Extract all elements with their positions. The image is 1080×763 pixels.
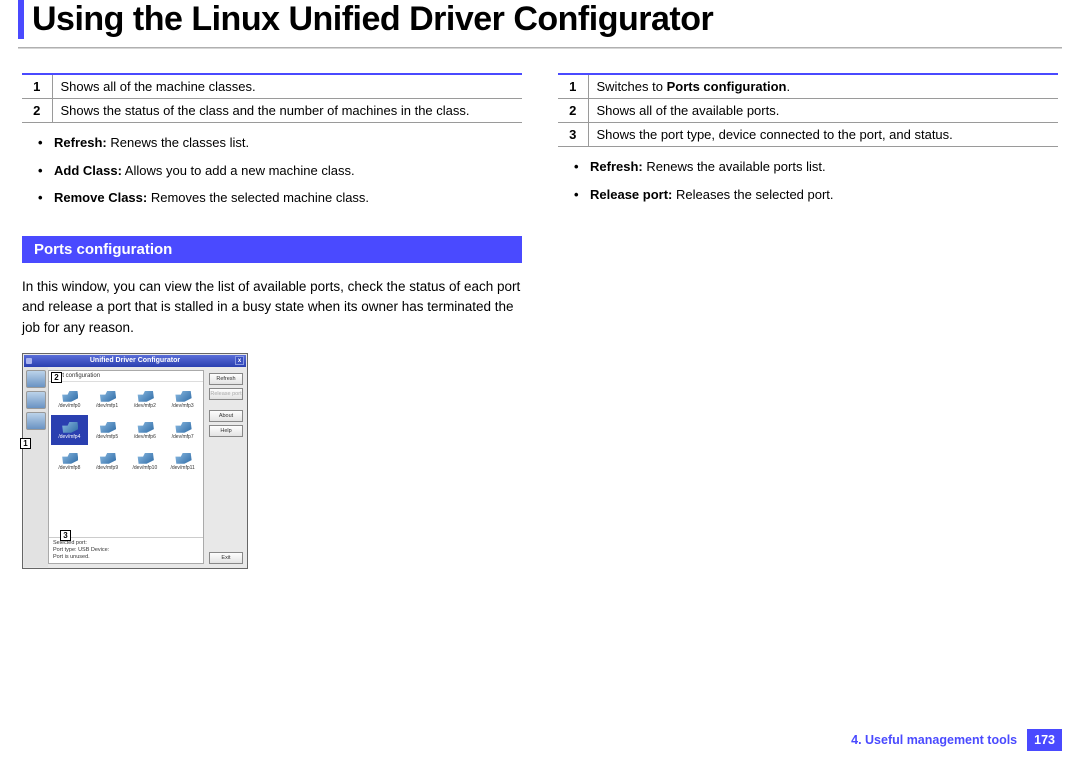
row-text: Shows all of the available ports. [588,99,1058,123]
port-label: /dev/mfp0 [58,403,80,409]
printer-icon [136,421,154,433]
release-port-button: Release port [209,388,243,400]
about-button: About [209,410,243,422]
ports-bullets: Refresh: Renews the available ports list… [558,157,1058,204]
printer-icon [136,390,154,402]
port-item: /dev/mfp2 [127,384,164,414]
list-item: Add Class: Allows you to add a new machi… [38,161,522,181]
refresh-button: Refresh [209,373,243,385]
exit-button: Exit [209,552,243,564]
close-icon: x [235,356,244,365]
page-number: 173 [1027,729,1062,751]
chapter-label: 4. Useful management tools [851,733,1017,747]
selected-port-info: Selected port: Port type: USB Device: Po… [49,537,203,563]
window-menu-icon [26,358,32,364]
printer-mode-icon [26,370,46,388]
port-label: /dev/mfp9 [96,465,118,471]
port-label: /dev/mfp8 [58,465,80,471]
printer-icon [60,452,78,464]
section-heading-ports: Ports configuration [22,236,522,263]
printer-icon [174,421,192,433]
printer-icon [174,390,192,402]
callout-1: 1 [20,438,31,449]
port-item: /dev/mfp7 [164,415,201,445]
printer-icon [98,452,116,464]
port-grid: /dev/mfp0/dev/mfp1/dev/mfp2/dev/mfp3/dev… [49,382,203,537]
ports-config-screenshot: Unified Driver Configurator x Port confi… [22,353,248,569]
port-item: /dev/mfp5 [89,415,126,445]
printer-icon [174,452,192,464]
port-item: /dev/mfp3 [164,384,201,414]
port-mode-icon [26,412,46,430]
port-label: /dev/mfp2 [134,403,156,409]
row-text: Shows all of the machine classes. [52,74,522,99]
row-num: 2 [558,99,588,123]
page-footer: 4. Useful management tools 173 [851,729,1062,751]
classes-bullets: Refresh: Renews the classes list. Add Cl… [22,133,522,208]
row-num: 1 [558,74,588,99]
port-label: /dev/mfp4 [58,434,80,440]
port-item: /dev/mfp1 [89,384,126,414]
page-title: Using the Linux Unified Driver Configura… [32,0,1062,39]
printer-icon [98,421,116,433]
row-num: 1 [22,74,52,99]
help-button: Help [209,425,243,437]
port-label: /dev/mfp11 [170,465,194,471]
port-item: /dev/mfp10 [127,446,164,476]
table-row: 3 Shows the port type, device connected … [558,123,1058,147]
port-label: /dev/mfp10 [133,465,158,471]
row-text: Switches to Ports configuration. [588,74,1058,99]
row-text: Shows the status of the class and the nu… [52,99,522,123]
port-item: /dev/mfp9 [89,446,126,476]
list-item: Release port: Releases the selected port… [574,185,1058,205]
list-item: Refresh: Renews the available ports list… [574,157,1058,177]
mode-sidebar [24,367,48,567]
port-label: /dev/mfp1 [96,403,118,409]
divider [18,47,1062,49]
table-row: 1 Switches to Ports configuration. [558,74,1058,99]
row-num: 2 [22,99,52,123]
table-row: 1 Shows all of the machine classes. [22,74,522,99]
printer-icon [60,390,78,402]
ports-table: 1 Switches to Ports configuration. 2 Sho… [558,73,1058,147]
list-item: Remove Class: Removes the selected machi… [38,188,522,208]
window-titlebar: Unified Driver Configurator x [24,355,246,367]
port-label: /dev/mfp5 [96,434,118,440]
port-label: /dev/mfp7 [172,434,194,440]
printer-icon [98,390,116,402]
callout-2: 2 [51,372,62,383]
panel-header: Port configuration [49,371,203,382]
window-title: Unified Driver Configurator [90,357,180,364]
ports-panel: Port configuration /dev/mfp0/dev/mfp1/de… [48,370,204,564]
ports-description: In this window, you can view the list of… [22,277,522,340]
port-item: /dev/mfp0 [51,384,88,414]
printer-icon [136,452,154,464]
port-item: /dev/mfp6 [127,415,164,445]
row-text: Shows the port type, device connected to… [588,123,1058,147]
port-item: /dev/mfp11 [164,446,201,476]
printer-icon [60,421,78,433]
row-num: 3 [558,123,588,147]
list-item: Refresh: Renews the classes list. [38,133,522,153]
port-item: /dev/mfp4 [51,415,88,445]
table-row: 2 Shows all of the available ports. [558,99,1058,123]
port-item: /dev/mfp8 [51,446,88,476]
class-mode-icon [26,391,46,409]
callout-3: 3 [60,530,71,541]
classes-table: 1 Shows all of the machine classes. 2 Sh… [22,73,522,123]
port-label: /dev/mfp6 [134,434,156,440]
table-row: 2 Shows the status of the class and the … [22,99,522,123]
port-label: /dev/mfp3 [172,403,194,409]
button-column: Refresh Release port About Help Exit [206,367,246,567]
